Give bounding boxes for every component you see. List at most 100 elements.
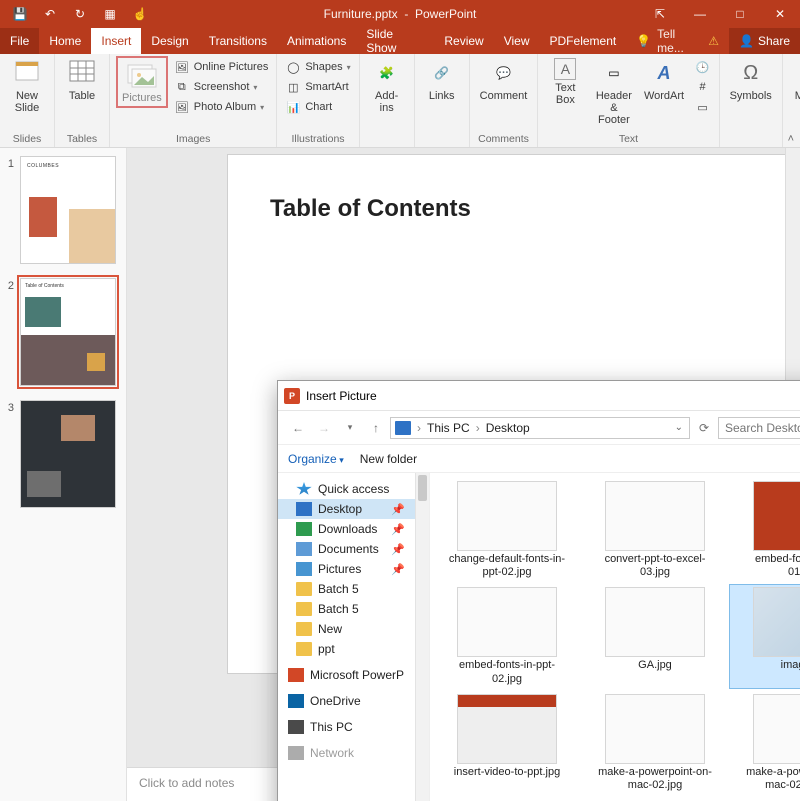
tab-insert[interactable]: Insert [91, 28, 141, 54]
file-item[interactable]: make-a-powerpoint-on-mac-02.jpg.png [730, 692, 800, 794]
file-item[interactable]: convert-ppt-to-excel-03.jpg [582, 479, 728, 581]
text-extra-1[interactable]: 🕒 [693, 58, 713, 76]
close-icon[interactable]: ✕ [760, 0, 800, 28]
file-item[interactable]: embed-fonts-in-ppt-02.jpg [434, 585, 580, 687]
side-quick-access[interactable]: Quick access [278, 479, 429, 499]
side-desktop[interactable]: Desktop📌 [278, 499, 429, 519]
file-item-selected[interactable]: image.gif [730, 585, 800, 687]
file-item[interactable]: GA.jpg [582, 585, 728, 687]
lightbulb-icon: 💡 [636, 34, 651, 48]
table-button[interactable]: Table [61, 56, 103, 104]
media-button[interactable]: 🔊Media [789, 56, 800, 104]
photo-album-icon: 🖼 [174, 99, 190, 115]
links-button[interactable]: 🔗Links [421, 56, 463, 104]
tab-animations[interactable]: Animations [277, 28, 356, 54]
addins-button[interactable]: 🧩Add- ins [366, 56, 408, 116]
thumb-2[interactable]: 2 Table of Contents [6, 278, 120, 386]
wordart-button[interactable]: AWordArt [641, 56, 686, 104]
address-bar[interactable]: › This PC › Desktop ⌄ [390, 417, 690, 439]
photo-album-button[interactable]: 🖼Photo Album ▾ [172, 98, 271, 116]
side-pictures[interactable]: Pictures📌 [278, 559, 429, 579]
tab-design[interactable]: Design [141, 28, 198, 54]
pictures-button[interactable]: Pictures [116, 56, 168, 108]
side-this-pc[interactable]: This PC [278, 717, 429, 737]
new-slide-button[interactable]: New Slide [6, 56, 48, 116]
side-batch5-b[interactable]: Batch 5 [278, 599, 429, 619]
textbox-button[interactable]: AText Box [544, 56, 586, 108]
share-button[interactable]: 👤 Share [729, 28, 800, 54]
header-footer-button[interactable]: ▭Header & Footer [590, 56, 637, 128]
maximize-icon[interactable]: □ [720, 0, 760, 28]
chart-button[interactable]: 📊Chart [283, 98, 352, 116]
file-item[interactable]: change-default-fonts-in-ppt-02.jpg [434, 479, 580, 581]
share-label: Share [758, 34, 790, 48]
group-label-slides: Slides [6, 132, 48, 147]
tab-view[interactable]: View [494, 28, 540, 54]
symbols-button[interactable]: ΩSymbols [726, 56, 776, 104]
screenshot-button[interactable]: ⧉Screenshot ▾ [172, 78, 271, 96]
start-from-beginning-icon[interactable]: ▦ [98, 3, 122, 25]
tree-scrollbar[interactable] [415, 473, 429, 801]
smartart-button[interactable]: ◫SmartArt [283, 78, 352, 96]
side-new[interactable]: New [278, 619, 429, 639]
file-item[interactable]: insert-video-to-ppt.jpg [434, 692, 580, 794]
collapse-ribbon-icon[interactable]: ˄ [788, 133, 794, 145]
minimize-icon[interactable]: — [680, 0, 720, 28]
text-extra-3[interactable]: ▭ [693, 98, 713, 116]
powerpoint-icon: P [284, 388, 300, 404]
tab-home[interactable]: Home [39, 28, 91, 54]
search-input[interactable] [718, 417, 800, 439]
thumb-number: 1 [6, 156, 14, 264]
tell-me[interactable]: 💡 Tell me... ⚠ [626, 28, 729, 54]
links-icon: 🔗 [427, 58, 457, 88]
side-label: Pictures [318, 562, 361, 576]
nav-tree[interactable]: Quick access Desktop📌 Downloads📌 Documen… [278, 473, 430, 801]
file-item[interactable]: make-a-powerpoint-on-mac-02.jpg [582, 692, 728, 794]
folder-icon [296, 642, 312, 656]
touch-mode-icon[interactable]: ☝ [128, 3, 152, 25]
wordart-label: WordArt [644, 90, 684, 102]
new-folder-button[interactable]: New folder [360, 452, 417, 466]
slide-canvas[interactable]: Table of Contents Click to add notes P I… [127, 148, 800, 801]
side-batch5-a[interactable]: Batch 5 [278, 579, 429, 599]
address-dropdown-icon[interactable]: ⌄ [675, 422, 685, 433]
tab-file[interactable]: File [0, 28, 39, 54]
online-pictures-button[interactable]: 🖼Online Pictures [172, 58, 271, 76]
nav-forward-icon[interactable]: → [312, 416, 336, 440]
redo-icon[interactable]: ↻ [68, 3, 92, 25]
comment-button[interactable]: 💬Comment [476, 56, 532, 104]
tab-transitions[interactable]: Transitions [199, 28, 277, 54]
file-item[interactable]: embed-fonts-in-ppt-01.jpg [730, 479, 800, 581]
nav-up-icon[interactable]: ↑ [364, 416, 388, 440]
side-network[interactable]: Network [278, 743, 429, 763]
side-documents[interactable]: Documents📌 [278, 539, 429, 559]
tab-slide-show[interactable]: Slide Show [356, 28, 434, 54]
side-ppt[interactable]: ppt [278, 639, 429, 659]
save-icon[interactable]: 💾 [8, 3, 32, 25]
crumb-thispc[interactable]: This PC [427, 421, 470, 435]
thumb-3[interactable]: 3 [6, 400, 120, 508]
slide-heading[interactable]: Table of Contents [270, 195, 744, 223]
text-extra-2[interactable]: # [693, 78, 713, 96]
tab-pdfelement[interactable]: PDFelement [540, 28, 627, 54]
organize-button[interactable]: Organize [288, 452, 344, 466]
nav-back-icon[interactable]: ← [286, 416, 310, 440]
ribbon-display-icon[interactable]: ⇱ [640, 0, 680, 28]
screenshot-label: Screenshot [194, 81, 250, 93]
tab-review[interactable]: Review [434, 28, 493, 54]
nav-recent-icon[interactable]: ▾ [338, 416, 362, 440]
thumb-1[interactable]: 1 COLUMBES [6, 156, 120, 264]
shapes-button[interactable]: ◯Shapes ▾ [283, 58, 352, 76]
dialog-titlebar[interactable]: P Insert Picture ✕ [278, 381, 800, 411]
crumb-desktop[interactable]: Desktop [486, 421, 530, 435]
powerpoint-app-icon [288, 668, 304, 682]
side-ms-powerpoint[interactable]: Microsoft PowerP [278, 665, 429, 685]
slide-thumbnails[interactable]: 1 COLUMBES 2 Table of Contents 3 [0, 148, 127, 801]
side-label: ppt [318, 642, 335, 656]
undo-icon[interactable]: ↶ [38, 3, 62, 25]
side-downloads[interactable]: Downloads📌 [278, 519, 429, 539]
group-comments: 💬Comment Comments [470, 54, 539, 147]
file-list[interactable]: change-default-fonts-in-ppt-02.jpg conve… [430, 473, 800, 801]
refresh-icon[interactable]: ⟳ [692, 416, 716, 440]
side-onedrive[interactable]: OneDrive [278, 691, 429, 711]
